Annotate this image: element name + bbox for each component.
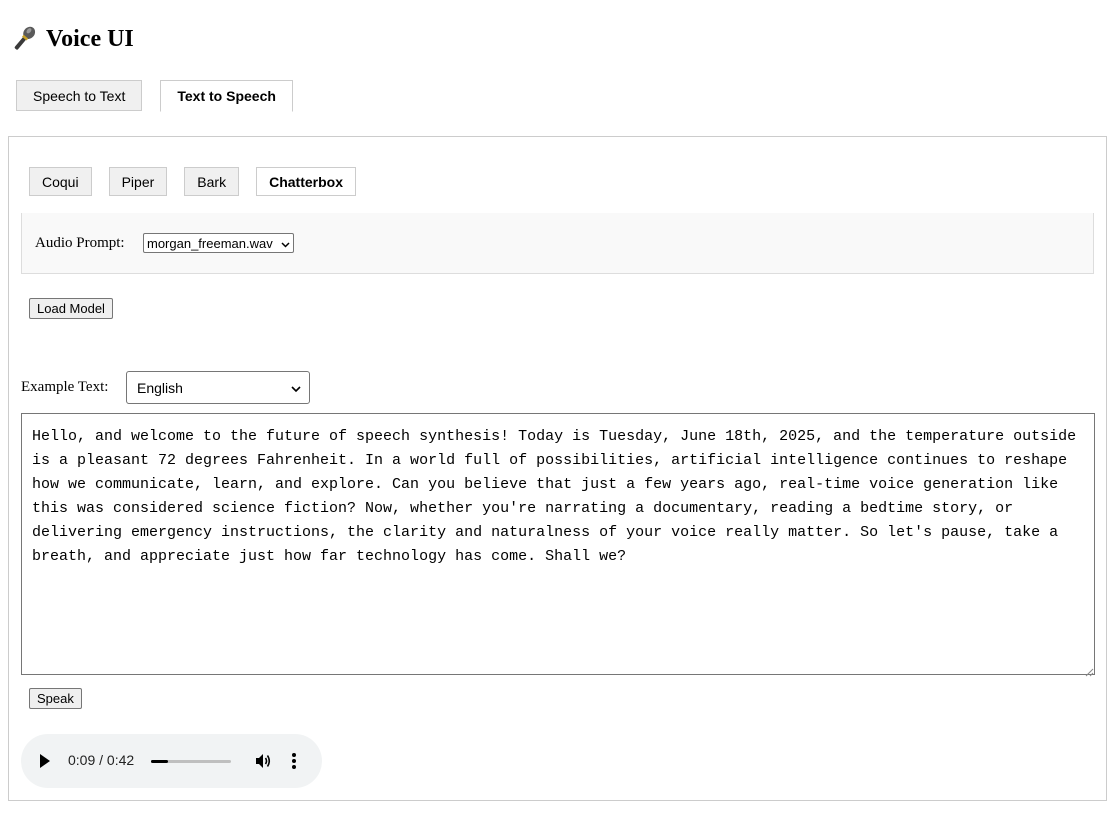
engine-tabs: Coqui Piper Bark Chatterbox [29, 167, 356, 196]
main-tabs: Speech to Text Text to Speech [16, 80, 293, 112]
chevron-down-icon [291, 380, 301, 396]
tab-coqui[interactable]: Coqui [29, 167, 92, 196]
tab-piper[interactable]: Piper [108, 167, 168, 196]
tab-speech-to-text[interactable]: Speech to Text [16, 80, 143, 111]
example-text-value: English [137, 379, 183, 396]
audio-time: 0:09 / 0:42 [68, 752, 135, 768]
microphone-icon [10, 24, 38, 54]
load-model-button[interactable]: Load Model [29, 298, 113, 319]
chevron-down-icon [281, 236, 290, 251]
tab-bark[interactable]: Bark [184, 167, 240, 196]
tab-chatterbox[interactable]: Chatterbox [256, 167, 356, 196]
audio-seek-progress [151, 760, 169, 763]
tab-text-to-speech[interactable]: Text to Speech [160, 80, 293, 112]
example-text-select[interactable]: English [126, 371, 310, 404]
audio-prompt-section: Audio Prompt: morgan_freeman.wav [21, 213, 1094, 274]
speak-button[interactable]: Speak [29, 688, 82, 709]
example-text-label: Example Text: [21, 379, 109, 395]
audio-player: 0:09 / 0:42 [21, 734, 322, 788]
audio-seek-bar[interactable] [151, 760, 231, 763]
audio-prompt-select[interactable]: morgan_freeman.wav [143, 233, 294, 253]
audio-prompt-label: Audio Prompt: [35, 235, 125, 251]
audio-prompt-value: morgan_freeman.wav [147, 235, 273, 251]
play-icon[interactable] [40, 754, 50, 768]
page-title: Voice UI [10, 22, 134, 56]
resize-handle-icon[interactable] [1084, 664, 1094, 677]
more-options-icon[interactable] [291, 751, 297, 771]
tts-panel: Coqui Piper Bark Chatterbox Audio Prompt… [8, 136, 1107, 801]
app-title: Voice UI [46, 25, 134, 52]
text-input[interactable]: Hello, and welcome to the future of spee… [21, 413, 1095, 675]
volume-icon[interactable] [254, 752, 272, 770]
